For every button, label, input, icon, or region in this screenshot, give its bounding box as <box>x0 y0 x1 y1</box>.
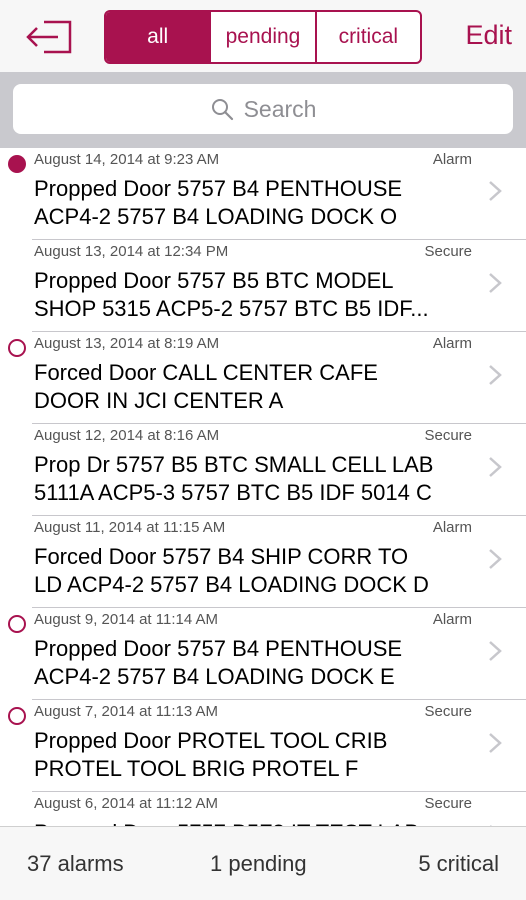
exit-button[interactable] <box>24 18 76 56</box>
segment-all[interactable]: all <box>106 12 210 62</box>
chevron-right-icon <box>489 181 502 201</box>
alarm-timestamp: August 13, 2014 at 8:19 AM <box>34 335 220 352</box>
filter-segmented-control: all pending critical <box>104 10 422 64</box>
alarm-title: Propped Door 5757 B4 PENTHOUSE ACP4-2 575… <box>34 635 464 691</box>
summary-toolbar: 37 alarms 1 pending 5 critical <box>0 826 526 900</box>
alarm-row[interactable]: August 7, 2014 at 11:13 AM Secure Propped … <box>0 700 526 792</box>
alarm-row[interactable]: August 13, 2014 at 12:34 PM Secure Propped… <box>0 240 526 332</box>
chevron-right-icon <box>489 457 502 477</box>
alarm-row[interactable]: August 6, 2014 at 11:12 AM Secure Propped … <box>0 792 526 826</box>
chevron-right-icon <box>489 273 502 293</box>
critical-count: 5 critical <box>418 851 499 876</box>
alarm-title-line2: ACP4-2 5757 B4 LOADING DOCK O <box>34 204 398 229</box>
alarm-status: Secure <box>424 243 472 260</box>
alarm-timestamp: August 6, 2014 at 11:12 AM <box>34 795 219 812</box>
alarm-title: Propped Door 5757 B4 PENTHOUSE ACP4-2 575… <box>34 175 464 231</box>
alarm-timestamp: August 14, 2014 at 9:23 AM <box>34 151 220 168</box>
pending-circle-icon <box>8 707 26 725</box>
top-navigation-bar: all pending critical Edit <box>0 0 526 72</box>
pending-count: 1 pending <box>210 851 307 876</box>
alarm-list: August 14, 2014 at 9:23 AM Alarm Propped D… <box>0 148 526 826</box>
search-input[interactable]: Search <box>13 84 513 134</box>
alarm-status: Secure <box>424 427 472 444</box>
alarm-timestamp: August 12, 2014 at 8:16 AM <box>34 427 220 444</box>
alarm-timestamp: August 13, 2014 at 12:34 PM <box>34 243 229 260</box>
chevron-right-icon <box>489 641 502 661</box>
alarm-row[interactable]: August 13, 2014 at 8:19 AM Alarm Forced Do… <box>0 332 526 424</box>
alarm-row[interactable]: August 14, 2014 at 9:23 AM Alarm Propped D… <box>0 148 526 240</box>
alarm-title: Forced Door 5757 B4 SHIP CORR TO LD ACP4-… <box>34 543 464 599</box>
alarm-title-line1: Propped Door 5757 B5F8 IT TEST LAB <box>34 819 464 826</box>
alarm-title-line2: SHOP 5315 ACP5-2 5757 BTC B5 IDF... <box>34 296 429 321</box>
alarm-row[interactable]: August 9, 2014 at 11:14 AM Alarm Propped D… <box>0 608 526 700</box>
chevron-right-icon <box>489 733 502 753</box>
alarm-timestamp: August 11, 2014 at 11:15 AM <box>34 519 226 536</box>
alarm-title-line2: LD ACP4-2 5757 B4 LOADING DOCK D <box>34 572 429 597</box>
alarm-status: Secure <box>424 703 472 720</box>
chevron-right-icon <box>489 365 502 385</box>
alarm-title-line2: 5111A ACP5-3 5757 BTC B5 IDF 5014 C <box>34 480 432 505</box>
chevron-right-icon <box>489 549 502 569</box>
alarm-status: Secure <box>424 795 472 812</box>
alarm-title-line1: Forced Door 5757 B4 SHIP CORR TO <box>34 544 409 569</box>
alarm-count: 37 alarms <box>27 851 124 876</box>
alarm-title: Propped Door 5757 B5F8 IT TEST LAB <box>34 819 464 826</box>
alarm-title-line1: Propped Door 5757 B4 PENTHOUSE <box>34 636 403 661</box>
alarm-status: Alarm <box>432 151 472 168</box>
pending-circle-icon <box>8 339 26 357</box>
segment-critical[interactable]: critical <box>314 12 420 62</box>
alarm-title-line2: PROTEL TOOL BRIG PROTEL F <box>34 756 359 781</box>
alarm-title-line1: Propped Door 5757 B4 PENTHOUSE <box>34 176 403 201</box>
alarm-row[interactable]: August 11, 2014 at 11:15 AM Alarm Forced D… <box>0 516 526 608</box>
alarm-status: Alarm <box>432 611 472 628</box>
alarm-title: Forced Door CALL CENTER CAFE DOOR IN JCI … <box>34 359 464 415</box>
segment-pending[interactable]: pending <box>209 12 314 62</box>
exit-icon <box>26 20 72 54</box>
alarm-title-line1: Prop Dr 5757 B5 BTC SMALL CELL LAB <box>34 452 434 477</box>
alarm-title-line1: Propped Door PROTEL TOOL CRIB <box>34 728 388 753</box>
pending-circle-icon <box>8 615 26 633</box>
alarm-title-line2: DOOR IN JCI CENTER A <box>34 388 284 413</box>
alarm-title: Propped Door PROTEL TOOL CRIB PROTEL TOOL… <box>34 727 464 783</box>
alarm-row[interactable]: August 12, 2014 at 8:16 AM Secure Prop Dr … <box>0 424 526 516</box>
alarm-timestamp: August 7, 2014 at 11:13 AM <box>34 703 219 720</box>
alarm-title-line1: Propped Door 5757 B5 BTC MODEL <box>34 268 394 293</box>
alarm-title-line1: Forced Door CALL CENTER CAFE <box>34 360 378 385</box>
search-placeholder: Search <box>243 95 317 122</box>
alarm-timestamp: August 9, 2014 at 11:14 AM <box>34 611 219 628</box>
alarm-title: Propped Door 5757 B5 BTC MODEL SHOP 5315 … <box>34 267 464 323</box>
unread-dot-icon <box>8 155 26 173</box>
edit-button[interactable]: Edit <box>465 20 512 51</box>
alarm-status: Alarm <box>432 519 472 536</box>
search-bar: Search <box>0 72 526 148</box>
alarm-title: Prop Dr 5757 B5 BTC SMALL CELL LAB 5111A … <box>34 451 464 507</box>
search-icon <box>211 99 233 121</box>
alarm-title-line2: ACP4-2 5757 B4 LOADING DOCK E <box>34 664 395 689</box>
alarm-status: Alarm <box>432 335 472 352</box>
